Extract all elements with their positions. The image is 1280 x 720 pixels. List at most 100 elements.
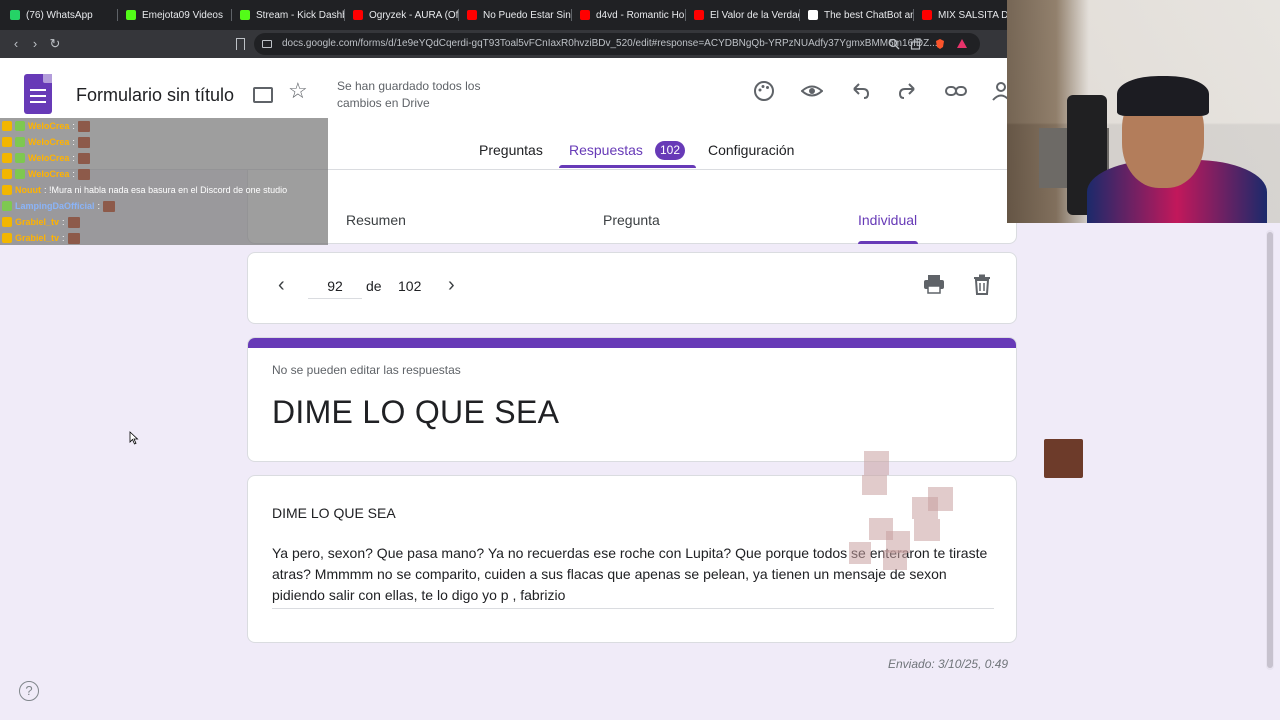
emote-icon (77, 136, 90, 148)
badge-icon (2, 121, 12, 131)
badge-icon (2, 137, 12, 147)
chat-message: Grabiel_tv: (2, 231, 80, 245)
badge-icon (15, 153, 25, 163)
save-status: Se han guardado todos los cambios en Dri… (337, 79, 481, 110)
url-field[interactable]: docs.google.com/forms/d/1e9eYQdCqerdi-gq… (254, 33, 980, 55)
browser-tab[interactable]: Ogryzek - AURA (Offic (353, 0, 459, 30)
print-icon[interactable] (923, 273, 945, 295)
stream-chat-overlay: WeloCrea: WeloCrea: WeloCrea: WeloCrea: … (0, 118, 328, 245)
youtube-icon (922, 10, 932, 20)
youtube-icon (694, 10, 704, 20)
youtube-icon (580, 10, 590, 20)
response-number-input[interactable]: 92 (308, 273, 362, 299)
emote-icon (67, 216, 80, 228)
chat-message: WeloCrea: (2, 167, 90, 181)
read-only-notice: No se pueden editar las respuestas (272, 363, 461, 377)
badge-icon (15, 169, 25, 179)
emote-icon (77, 168, 90, 180)
overlay-pixel (862, 475, 887, 495)
undo-icon[interactable] (849, 80, 871, 102)
chat-message: WeloCrea: (2, 151, 90, 165)
star-icon[interactable]: ☆ (288, 80, 308, 102)
badge-icon (2, 217, 12, 227)
chat-message: WeloCrea: (2, 119, 90, 133)
kick-icon (240, 10, 250, 20)
link-icon[interactable] (945, 80, 967, 102)
streamer-cap (1117, 76, 1209, 116)
browser-tab[interactable]: d4vd - Romantic Homi (580, 0, 686, 30)
tab-settings[interactable]: Configuración (708, 142, 794, 158)
chat-message: LampingDaOfficial: (2, 199, 116, 213)
responses-count-badge: 102 (655, 141, 685, 160)
site-info-icon[interactable] (262, 40, 272, 48)
zoom-icon[interactable] (888, 38, 900, 50)
whatsapp-icon (10, 10, 20, 20)
next-response-icon[interactable]: › (448, 275, 455, 295)
form-header-card: No se pueden editar las respuestas DIME … (247, 337, 1017, 462)
chat-message: Grabiel_tv: (2, 215, 80, 229)
form-title[interactable]: Formulario sin título (76, 85, 234, 106)
accent-bar (248, 338, 1016, 348)
overlay-pixel (883, 550, 907, 570)
chat-message: WeloCrea: (2, 135, 90, 149)
form-heading: DIME LO QUE SEA (272, 394, 560, 430)
youtube-icon (353, 10, 363, 20)
emote-icon (103, 200, 116, 212)
browser-tab[interactable]: El Valor de la Verdad - (694, 0, 800, 30)
youtube-icon (467, 10, 477, 20)
overlay-pixel (912, 497, 938, 519)
palette-icon[interactable] (753, 80, 775, 102)
browser-tab[interactable]: The best ChatBot and (808, 0, 914, 30)
tab-individual[interactable]: Individual (858, 212, 917, 228)
overlay-pixel (914, 519, 940, 541)
badge-icon (15, 121, 25, 131)
webcam-overlay (1007, 0, 1280, 223)
tab-question[interactable]: Pregunta (603, 212, 660, 228)
overlay-pixel (864, 451, 889, 475)
question-title: DIME LO QUE SEA (272, 505, 396, 521)
browser-tab[interactable]: No Puedo Estar Sin Ti (467, 0, 572, 30)
redo-icon[interactable] (897, 80, 919, 102)
rewards-icon[interactable] (956, 38, 968, 50)
forward-icon[interactable]: › (27, 36, 43, 52)
pager-total: 102 (398, 278, 422, 294)
badge-icon (2, 185, 12, 195)
badge-icon (2, 233, 12, 243)
tab-responses[interactable]: Respuestas (569, 142, 643, 158)
previous-response-icon[interactable]: ‹ (278, 275, 285, 295)
share-icon[interactable] (910, 38, 922, 50)
response-view-tabs: Resumen Pregunta Individual (247, 170, 1017, 244)
browser-tab[interactable]: Emejota09 Videos (126, 0, 232, 30)
chat-message: Nouut: !Mura ni habla nada esa basura en… (2, 183, 287, 197)
delete-icon[interactable] (971, 273, 993, 295)
emote-icon (67, 232, 80, 244)
submitted-timestamp: Enviado: 3/10/25, 0:49 (888, 657, 1009, 671)
browser-tab[interactable]: MIX SALSITA DEL RE (922, 0, 1007, 30)
bookmark-icon[interactable] (236, 38, 245, 50)
active-subtab-indicator (858, 241, 918, 244)
tab-summary[interactable]: Resumen (346, 212, 406, 228)
mouse-cursor-icon (129, 431, 139, 445)
pager-of-label: de (366, 278, 382, 294)
badge-icon (2, 153, 12, 163)
help-icon[interactable]: ? (19, 681, 39, 701)
back-icon[interactable]: ‹ (8, 36, 24, 52)
google-forms-logo[interactable] (24, 74, 52, 114)
floating-emote-icon (1044, 439, 1083, 478)
kick-icon (126, 10, 136, 20)
reload-icon[interactable]: ↻ (47, 36, 63, 52)
active-tab-indicator (559, 165, 696, 168)
badge-icon (2, 201, 12, 211)
browser-tab[interactable]: (76) WhatsApp (10, 0, 118, 30)
emote-icon (77, 152, 90, 164)
badge-icon (15, 137, 25, 147)
scrollbar-thumb[interactable] (1267, 232, 1273, 668)
preview-eye-icon[interactable] (801, 80, 823, 102)
brave-shield-icon[interactable] (934, 38, 946, 50)
browser-tab[interactable]: Stream - Kick Dashboa (240, 0, 345, 30)
response-pager: ‹ 92 de 102 › (247, 252, 1017, 324)
address-bar-row: ‹ › ↻ docs.google.com/forms/d/1e9eYQdCqe… (0, 30, 1007, 58)
tab-questions[interactable]: Preguntas (479, 142, 543, 158)
emote-icon (77, 120, 90, 132)
folder-icon[interactable] (253, 87, 273, 103)
